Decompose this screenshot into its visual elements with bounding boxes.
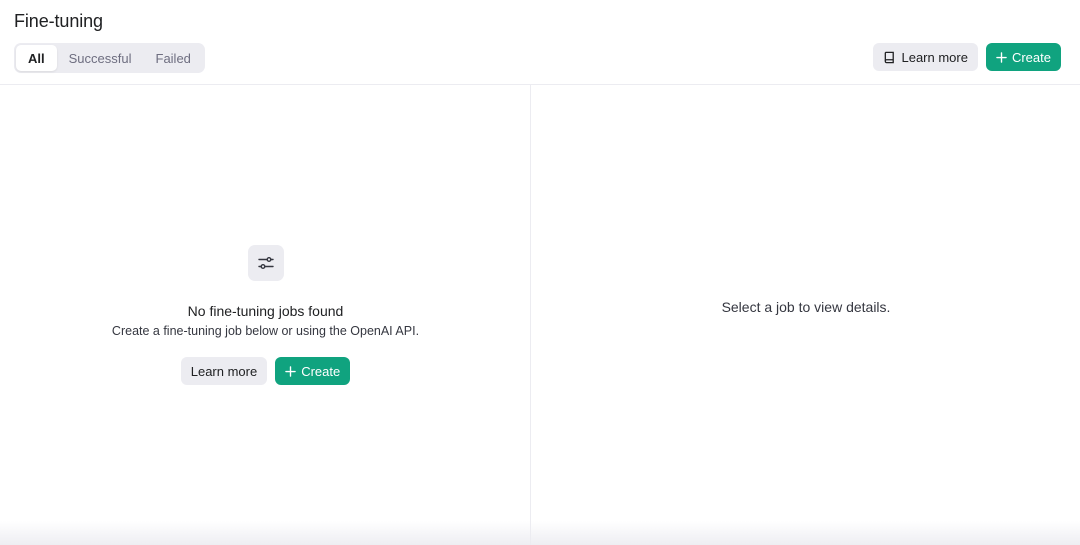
empty-state: No fine-tuning jobs found Create a fine-…	[0, 245, 531, 385]
filter-tab-failed[interactable]: Failed	[144, 45, 203, 71]
header-actions: Learn more Create	[873, 43, 1061, 71]
page-header: Fine-tuning All Successful Failed Learn …	[0, 0, 1080, 85]
learn-more-button[interactable]: Learn more	[873, 43, 978, 71]
filter-tab-successful[interactable]: Successful	[57, 45, 144, 71]
page-title: Fine-tuning	[14, 11, 103, 31]
plus-icon	[285, 365, 296, 377]
create-button[interactable]: Create	[985, 43, 1061, 71]
bottom-fade	[0, 521, 1080, 545]
sliders-icon	[247, 245, 284, 281]
learn-more-label: Learn more	[901, 49, 968, 65]
details-placeholder: Select a job to view details.	[721, 299, 891, 315]
empty-create-button[interactable]: Create	[275, 357, 351, 385]
empty-state-actions: Learn more Create	[180, 357, 351, 385]
jobs-list-panel: No fine-tuning jobs found Create a fine-…	[0, 85, 531, 545]
create-label: Create	[1011, 49, 1051, 65]
status-filter: All Successful Failed	[14, 43, 205, 73]
empty-create-label: Create	[301, 363, 341, 379]
filter-tab-all[interactable]: All	[16, 45, 57, 71]
fine-tuning-page: Fine-tuning All Successful Failed Learn …	[0, 0, 1080, 545]
empty-state-subtitle: Create a fine-tuning job below or using …	[111, 324, 420, 338]
book-icon	[883, 51, 896, 64]
job-details-panel: Select a job to view details.	[532, 85, 1080, 545]
empty-learn-more-label: Learn more	[190, 363, 258, 379]
plus-icon	[996, 51, 1007, 63]
empty-learn-more-button[interactable]: Learn more	[180, 357, 268, 385]
empty-state-title: No fine-tuning jobs found	[187, 303, 344, 319]
